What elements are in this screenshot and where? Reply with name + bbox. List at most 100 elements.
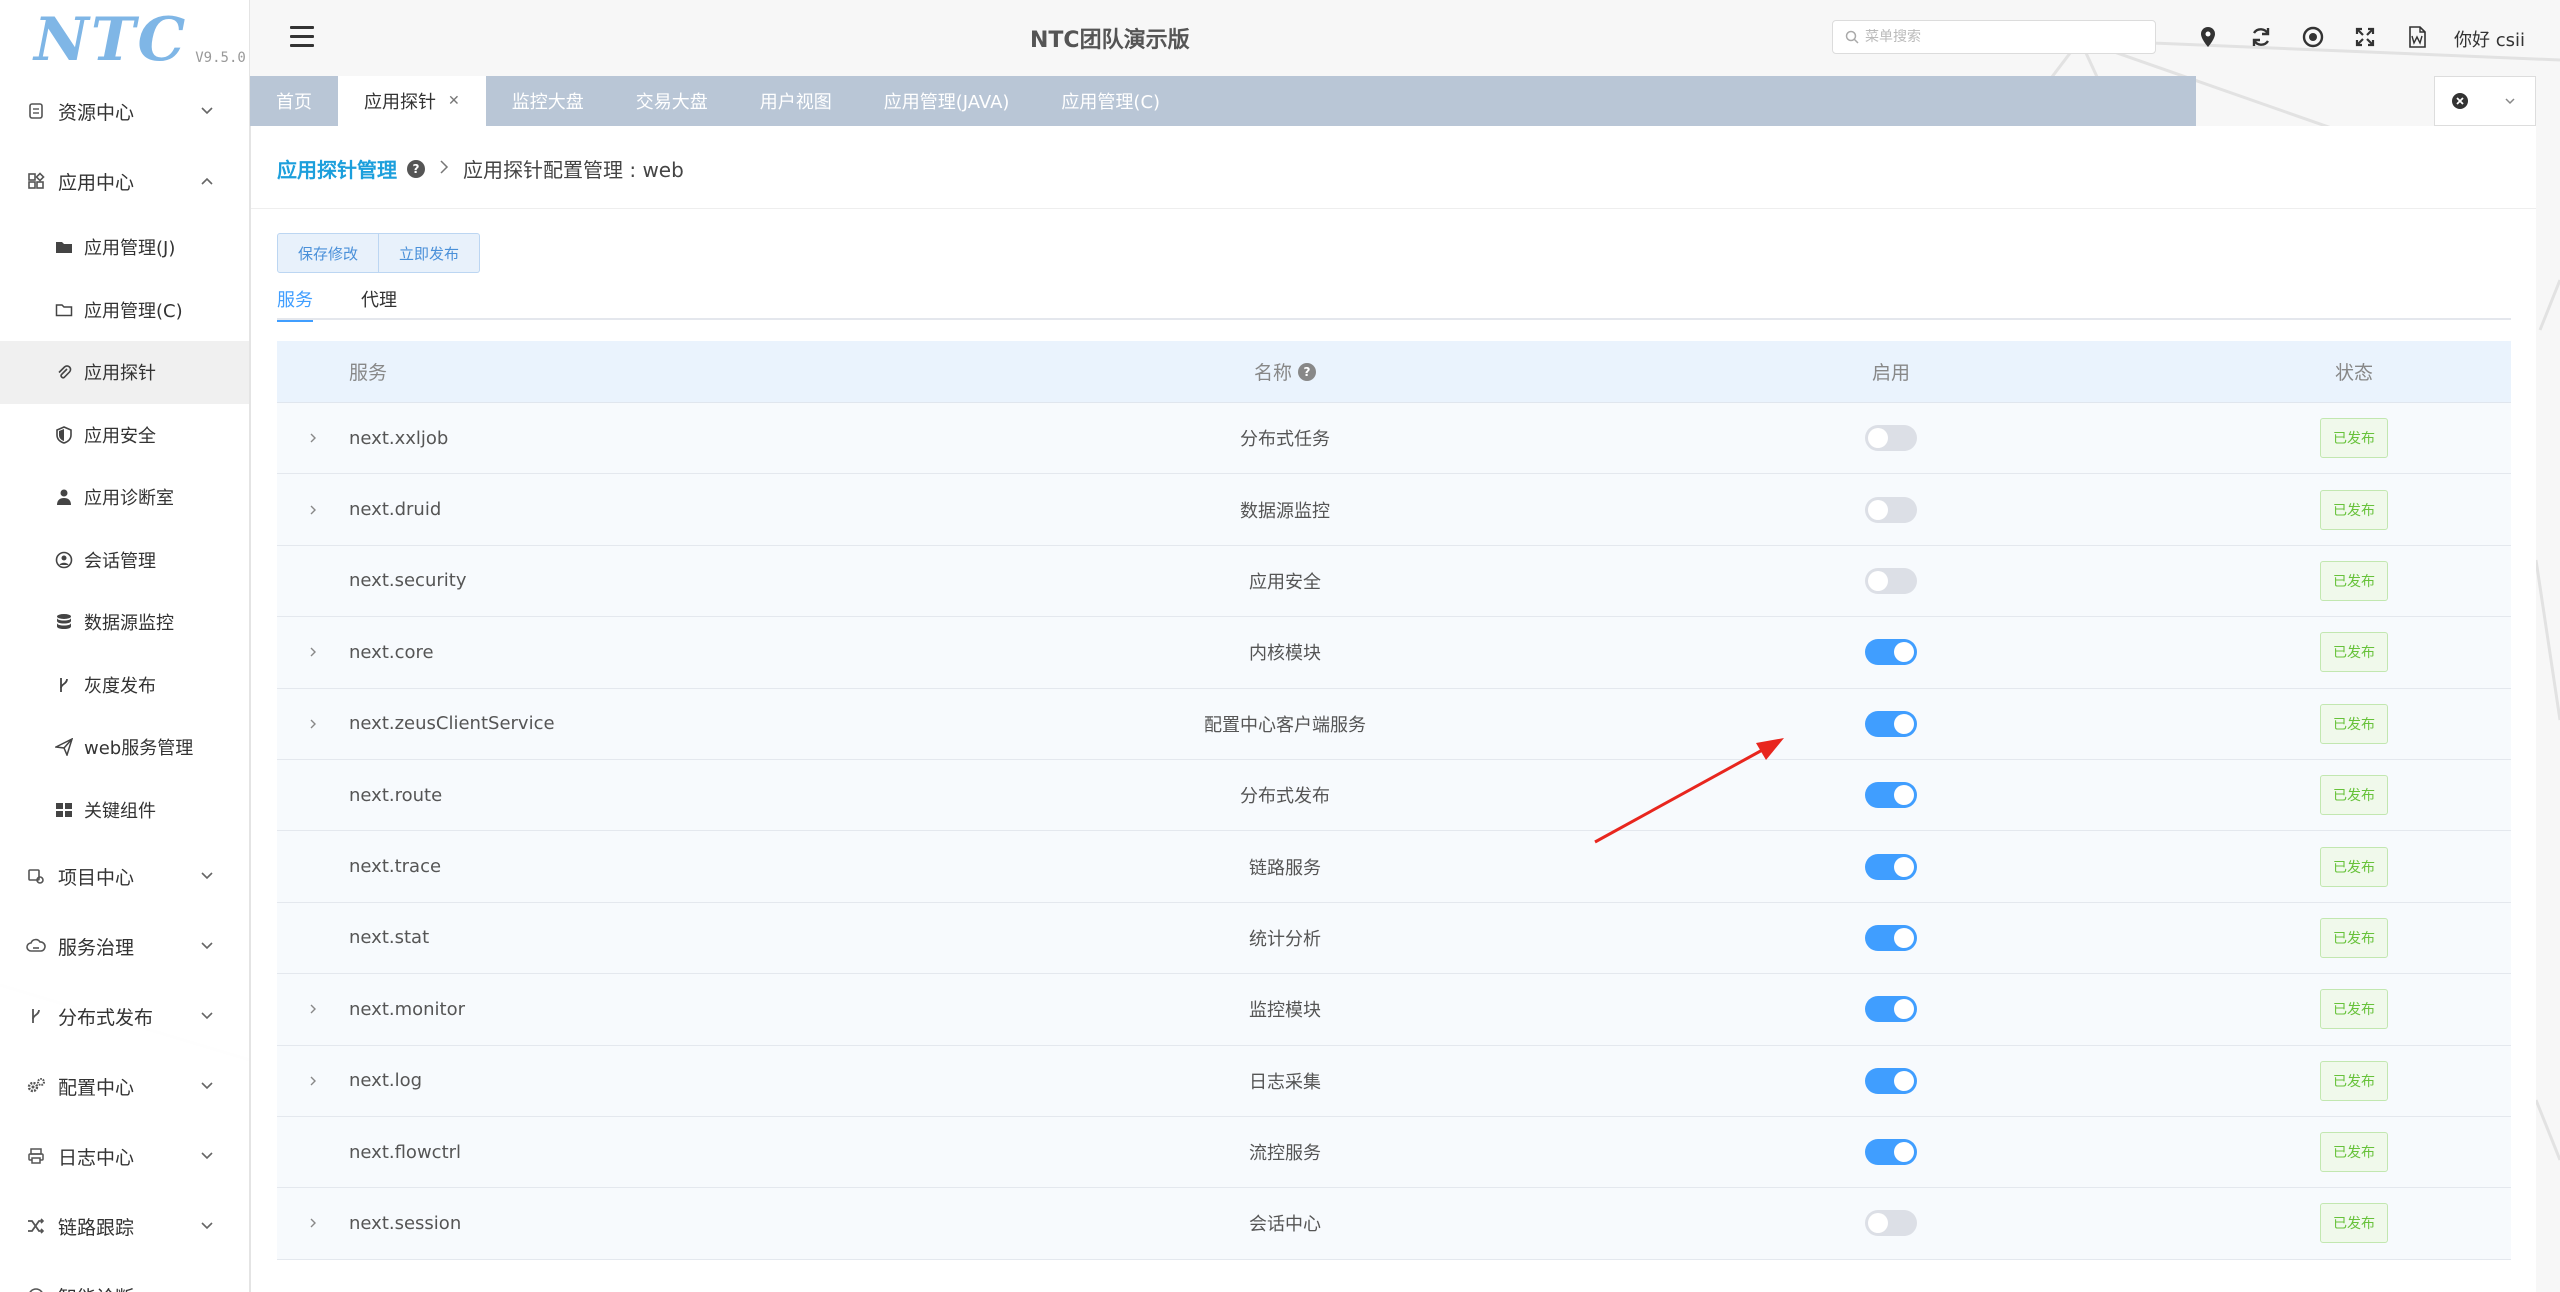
diagnosis-icon: [26, 1286, 46, 1292]
expand-chevron-icon[interactable]: [307, 1003, 319, 1015]
table-row: next.monitor 监控模块 已发布: [277, 974, 2511, 1046]
expand-chevron-icon[interactable]: [307, 646, 319, 658]
sidebar-item-key-components[interactable]: 关键组件: [0, 779, 249, 842]
menu-group-app-center[interactable]: 应用中心: [0, 146, 249, 216]
column-header-name-label: 名称: [1253, 362, 1292, 384]
name-cell: 统计分析: [1249, 928, 1321, 950]
tab-label: 应用管理(JAVA): [883, 92, 1010, 113]
enable-toggle[interactable]: [1865, 1067, 1917, 1094]
sidebar-item-gray-release[interactable]: 灰度发布: [0, 654, 249, 717]
menu-group-service-governance[interactable]: 服务治理: [0, 911, 249, 981]
status-badge: 已发布: [2320, 1203, 2388, 1244]
enable-toggle[interactable]: [1865, 1139, 1917, 1166]
menu-search[interactable]: [1832, 20, 2156, 54]
enable-toggle[interactable]: [1865, 496, 1917, 523]
column-header-status: 状态: [2334, 362, 2373, 384]
menu-group-smart-diagnosis[interactable]: 智能诊断: [0, 1261, 249, 1292]
enable-toggle[interactable]: [1865, 924, 1917, 951]
refresh-icon[interactable]: [2248, 24, 2274, 50]
sidebar-item-datasource-monitor[interactable]: 数据源监控: [0, 591, 249, 654]
expand-chevron-icon[interactable]: [307, 1075, 319, 1087]
status-badge: 已发布: [2320, 489, 2388, 530]
location-pin-icon[interactable]: [2195, 24, 2221, 50]
name-cell: 日志采集: [1249, 1071, 1321, 1093]
close-icon[interactable]: ✕: [448, 93, 460, 109]
tab-proxy[interactable]: 代理: [361, 284, 397, 320]
sidebar-item-label: 应用管理(J): [84, 238, 176, 260]
sidebar-item-label: web服务管理: [84, 738, 194, 760]
tab-monitor-dashboard[interactable]: 监控大盘: [486, 76, 610, 126]
table-row: next.core 内核模块 已发布: [277, 617, 2511, 689]
enable-toggle[interactable]: [1865, 1210, 1917, 1237]
status-cell: 已发布: [2197, 489, 2511, 530]
status-cell: 已发布: [2197, 775, 2511, 816]
toggle-knob: [1868, 428, 1888, 449]
word-doc-icon[interactable]: [2404, 24, 2430, 50]
name-cell: 监控模块: [1249, 1000, 1321, 1022]
table-row: next.route 分布式发布 已发布: [277, 759, 2511, 832]
status-cell: 已发布: [2197, 917, 2511, 958]
table-row: next.flowctrl 流控服务 已发布: [277, 1116, 2511, 1189]
breadcrumb-root[interactable]: 应用探针管理: [277, 154, 397, 183]
user-circle-icon: [54, 550, 74, 570]
enable-toggle[interactable]: [1865, 996, 1917, 1023]
menu-group-project-center[interactable]: 项目中心: [0, 841, 249, 911]
menu-group-distributed-release[interactable]: 分布式发布: [0, 981, 249, 1051]
enable-toggle[interactable]: [1865, 639, 1917, 666]
enable-toggle[interactable]: [1865, 782, 1917, 809]
expand-chevron-icon[interactable]: [307, 504, 319, 516]
enable-toggle[interactable]: [1865, 567, 1917, 594]
sidebar-item-app-manage-c[interactable]: 应用管理(C): [0, 279, 249, 342]
publish-now-button[interactable]: 立即发布: [379, 233, 481, 273]
sidebar-item-label: 应用安全: [84, 425, 156, 447]
status-cell: 已发布: [2197, 989, 2511, 1030]
status-badge: 已发布: [2320, 917, 2388, 958]
enable-toggle[interactable]: [1865, 853, 1917, 880]
sidebar-item-app-diagnosis[interactable]: 应用诊断室: [0, 466, 249, 529]
tab-app-probe[interactable]: 应用探针 ✕: [338, 76, 486, 126]
help-icon[interactable]: ?: [1298, 362, 1316, 381]
expand-chevron-icon[interactable]: [307, 432, 319, 444]
tab-user-view[interactable]: 用户视图: [734, 76, 858, 126]
menu-group-log-center[interactable]: 日志中心: [0, 1121, 249, 1191]
target-icon[interactable]: [2300, 24, 2326, 50]
tab-menu-chevron-down-icon[interactable]: [2485, 77, 2535, 125]
name-cell: 分布式发布: [1240, 786, 1330, 808]
sidebar-item-session-manage[interactable]: 会话管理: [0, 529, 249, 592]
service-cell: next.route: [349, 784, 443, 806]
status-badge: 已发布: [2320, 418, 2388, 459]
sidebar-item-app-probe[interactable]: 应用探针: [0, 341, 249, 404]
expand-chevron-icon[interactable]: [307, 1217, 319, 1229]
sidebar-item-app-manage-j[interactable]: 应用管理(J): [0, 216, 249, 279]
tab-trade-dashboard[interactable]: 交易大盘: [610, 76, 734, 126]
menu-toggle-icon[interactable]: [290, 26, 314, 48]
tab-label: 应用探针: [364, 92, 436, 113]
menu-group-trace[interactable]: 链路跟踪: [0, 1191, 249, 1261]
sidebar-item-app-security[interactable]: 应用安全: [0, 404, 249, 467]
menu-group-label: 应用中心: [58, 171, 135, 194]
tab-app-manage-c[interactable]: 应用管理(C): [1035, 76, 1186, 126]
search-input[interactable]: [1865, 29, 2145, 45]
table-row: next.session 会话中心 已发布: [277, 1188, 2511, 1260]
close-all-tabs-icon[interactable]: [2435, 77, 2485, 125]
help-icon[interactable]: ?: [407, 159, 425, 178]
status-badge: 已发布: [2320, 560, 2388, 601]
tab-service[interactable]: 服务: [277, 284, 313, 322]
expand-chevron-icon[interactable]: [307, 718, 319, 730]
sidebar-item-web-service-manage[interactable]: web服务管理: [0, 716, 249, 779]
user-greeting[interactable]: 你好 csii: [2454, 26, 2525, 52]
enable-toggle[interactable]: [1865, 710, 1917, 737]
menu-group-label: 分布式发布: [58, 1006, 154, 1029]
sidebar: NTC V9.5.0 资源中心 应用中心 应用管理(J) 应用管理(C) 应用探…: [0, 0, 250, 1292]
enable-toggle[interactable]: [1865, 425, 1917, 452]
folder-filled-icon: [54, 237, 74, 257]
menu-group-config-center[interactable]: 配置中心: [0, 1051, 249, 1121]
fullscreen-icon[interactable]: [2352, 24, 2378, 50]
tab-app-manage-java[interactable]: 应用管理(JAVA): [858, 76, 1036, 126]
tab-home[interactable]: 首页: [250, 76, 338, 126]
menu-group-resource-center[interactable]: 资源中心: [0, 76, 249, 146]
enabled-cell: [1585, 853, 2197, 880]
sidebar-item-label: 关键组件: [84, 800, 156, 822]
save-changes-button[interactable]: 保存修改: [277, 233, 380, 273]
branch-icon: [26, 1006, 46, 1026]
